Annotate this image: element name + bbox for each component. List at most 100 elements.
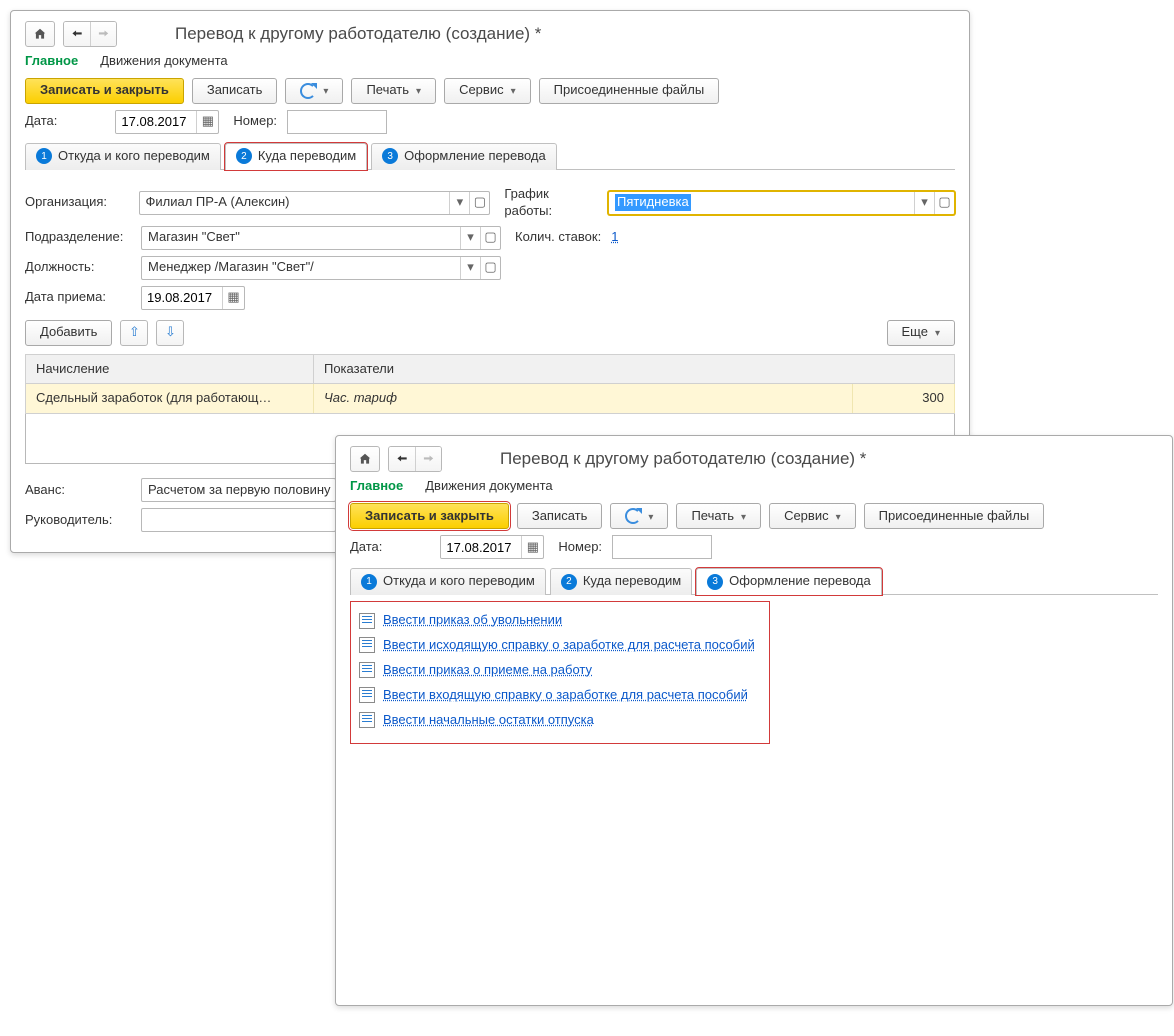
save-close-button[interactable]: Записать и закрыть (350, 503, 509, 529)
tab-num-2: 2 (561, 574, 577, 590)
date-input[interactable] (441, 536, 521, 558)
document-icon (359, 712, 375, 728)
tab-process[interactable]: 3 Оформление перевода (696, 568, 882, 595)
service-button[interactable]: Сервис (769, 503, 856, 529)
label-number: Номер: (233, 113, 277, 130)
move-up-button[interactable] (120, 320, 148, 346)
accruals-table: Начисление Показатели Сдельный заработок… (25, 354, 955, 415)
schedule-input[interactable]: Пятидневка ▾ ▢ (608, 191, 955, 215)
org-input[interactable]: Филиал ПР-А (Алексин) ▾ ▢ (139, 191, 491, 215)
tab-num-3: 3 (382, 148, 398, 164)
nav-back-button[interactable]: 🠨 (389, 447, 415, 471)
chevron-down-icon[interactable]: ▾ (914, 192, 934, 214)
tab-num-3: 3 (707, 574, 723, 590)
service-button[interactable]: Сервис (444, 78, 531, 104)
tab-num-1: 1 (361, 574, 377, 590)
tab-from[interactable]: 1 Откуда и кого переводим (25, 143, 221, 170)
subtab-main[interactable]: Главное (350, 478, 403, 495)
link-vacation-balance[interactable]: Ввести начальные остатки отпуска (383, 712, 594, 729)
chevron-down-icon[interactable]: ▾ (449, 192, 469, 214)
nav-forward-button: 🠪 (415, 447, 441, 471)
arrow-down-icon (165, 324, 176, 341)
more-button[interactable]: Еще (887, 320, 955, 346)
chevron-down-icon[interactable]: ▾ (460, 257, 480, 279)
chevron-down-icon[interactable]: ▾ (460, 227, 480, 249)
refresh-button[interactable] (610, 503, 668, 529)
tab-num-1: 1 (36, 148, 52, 164)
number-input[interactable] (612, 535, 712, 559)
label-manager: Руководитель: (25, 512, 135, 529)
open-ref-icon[interactable]: ▢ (469, 192, 489, 214)
tab-to-label: Куда переводим (258, 148, 356, 165)
calendar-icon[interactable]: ▦ (222, 287, 244, 309)
save-button[interactable]: Записать (517, 503, 603, 529)
link-hire-order[interactable]: Ввести приказ о приеме на работу (383, 662, 592, 679)
rates-link[interactable]: 1 (611, 229, 618, 246)
window-title: Перевод к другому работодателю (создание… (175, 23, 541, 45)
calendar-icon[interactable]: ▦ (521, 536, 543, 558)
attached-files-button[interactable]: Присоединенные файлы (539, 78, 720, 104)
tab-process-label: Оформление перевода (404, 148, 546, 165)
list-item: Ввести приказ об увольнении (359, 608, 761, 633)
home-icon (358, 452, 372, 466)
table-row[interactable]: Сдельный заработок (для работающ… Час. т… (26, 384, 955, 414)
tab-from[interactable]: 1 Откуда и кого переводим (350, 568, 546, 595)
home-button[interactable] (350, 446, 380, 472)
print-button[interactable]: Печать (351, 78, 436, 104)
link-incoming-cert[interactable]: Ввести входящую справку о заработке для … (383, 687, 748, 704)
label-org: Организация: (25, 194, 133, 211)
col-accrual: Начисление (26, 354, 314, 384)
move-down-button[interactable] (156, 320, 184, 346)
attached-files-button[interactable]: Присоединенные файлы (864, 503, 1045, 529)
date-input[interactable] (116, 111, 196, 133)
advance-input[interactable]: Расчетом за первую половину (141, 478, 336, 502)
label-hiredate: Дата приема: (25, 289, 135, 306)
document-icon (359, 662, 375, 678)
link-outgoing-cert[interactable]: Ввести исходящую справку о заработке для… (383, 637, 755, 654)
manager-input[interactable] (141, 508, 336, 532)
arrow-up-icon (129, 324, 140, 341)
nav-back-forward: 🠨 🠪 (388, 446, 442, 472)
list-item: Ввести входящую справку о заработке для … (359, 683, 761, 708)
nav-back-forward: 🠨 🠪 (63, 21, 117, 47)
list-item: Ввести начальные остатки отпуска (359, 708, 761, 733)
document-icon (359, 613, 375, 629)
refresh-icon (625, 508, 641, 524)
open-ref-icon[interactable]: ▢ (480, 227, 500, 249)
print-button[interactable]: Печать (676, 503, 761, 529)
open-ref-icon[interactable]: ▢ (934, 192, 954, 214)
document-icon (359, 687, 375, 703)
label-number: Номер: (558, 539, 602, 556)
label-rates: Колич. ставок: (515, 229, 601, 246)
hire-date-input[interactable] (142, 287, 222, 309)
save-close-button[interactable]: Записать и закрыть (25, 78, 184, 104)
tab-to-label: Куда переводим (583, 573, 681, 590)
nav-back-button[interactable]: 🠨 (64, 22, 90, 46)
label-date: Дата: (25, 113, 57, 130)
links-block: Ввести приказ об увольнении Ввести исход… (350, 601, 770, 743)
tab-process[interactable]: 3 Оформление перевода (371, 143, 557, 170)
tab-from-label: Откуда и кого переводим (383, 573, 535, 590)
subtab-movements[interactable]: Движения документа (100, 53, 227, 70)
subtab-movements[interactable]: Движения документа (425, 478, 552, 495)
add-row-button[interactable]: Добавить (25, 320, 112, 346)
nav-forward-button: 🠪 (90, 22, 116, 46)
label-advance: Аванс: (25, 482, 135, 499)
open-ref-icon[interactable]: ▢ (480, 257, 500, 279)
tab-to[interactable]: 2 Куда переводим (225, 143, 367, 170)
subtab-main[interactable]: Главное (25, 53, 78, 70)
tab-process-label: Оформление перевода (729, 573, 871, 590)
window-title: Перевод к другому работодателю (создание… (500, 448, 866, 470)
home-button[interactable] (25, 21, 55, 47)
position-input[interactable]: Менеджер /Магазин "Свет"/ ▾ ▢ (141, 256, 501, 280)
dept-input[interactable]: Магазин "Свет" ▾ ▢ (141, 226, 501, 250)
link-dismissal-order[interactable]: Ввести приказ об увольнении (383, 612, 562, 629)
tab-to[interactable]: 2 Куда переводим (550, 568, 692, 595)
refresh-button[interactable] (285, 78, 343, 104)
label-position: Должность: (25, 259, 135, 276)
calendar-icon[interactable]: ▦ (196, 111, 218, 133)
window-transfer-2: 🠨 🠪 Перевод к другому работодателю (созд… (335, 435, 1173, 1006)
tab-from-label: Откуда и кого переводим (58, 148, 210, 165)
save-button[interactable]: Записать (192, 78, 278, 104)
number-input[interactable] (287, 110, 387, 134)
